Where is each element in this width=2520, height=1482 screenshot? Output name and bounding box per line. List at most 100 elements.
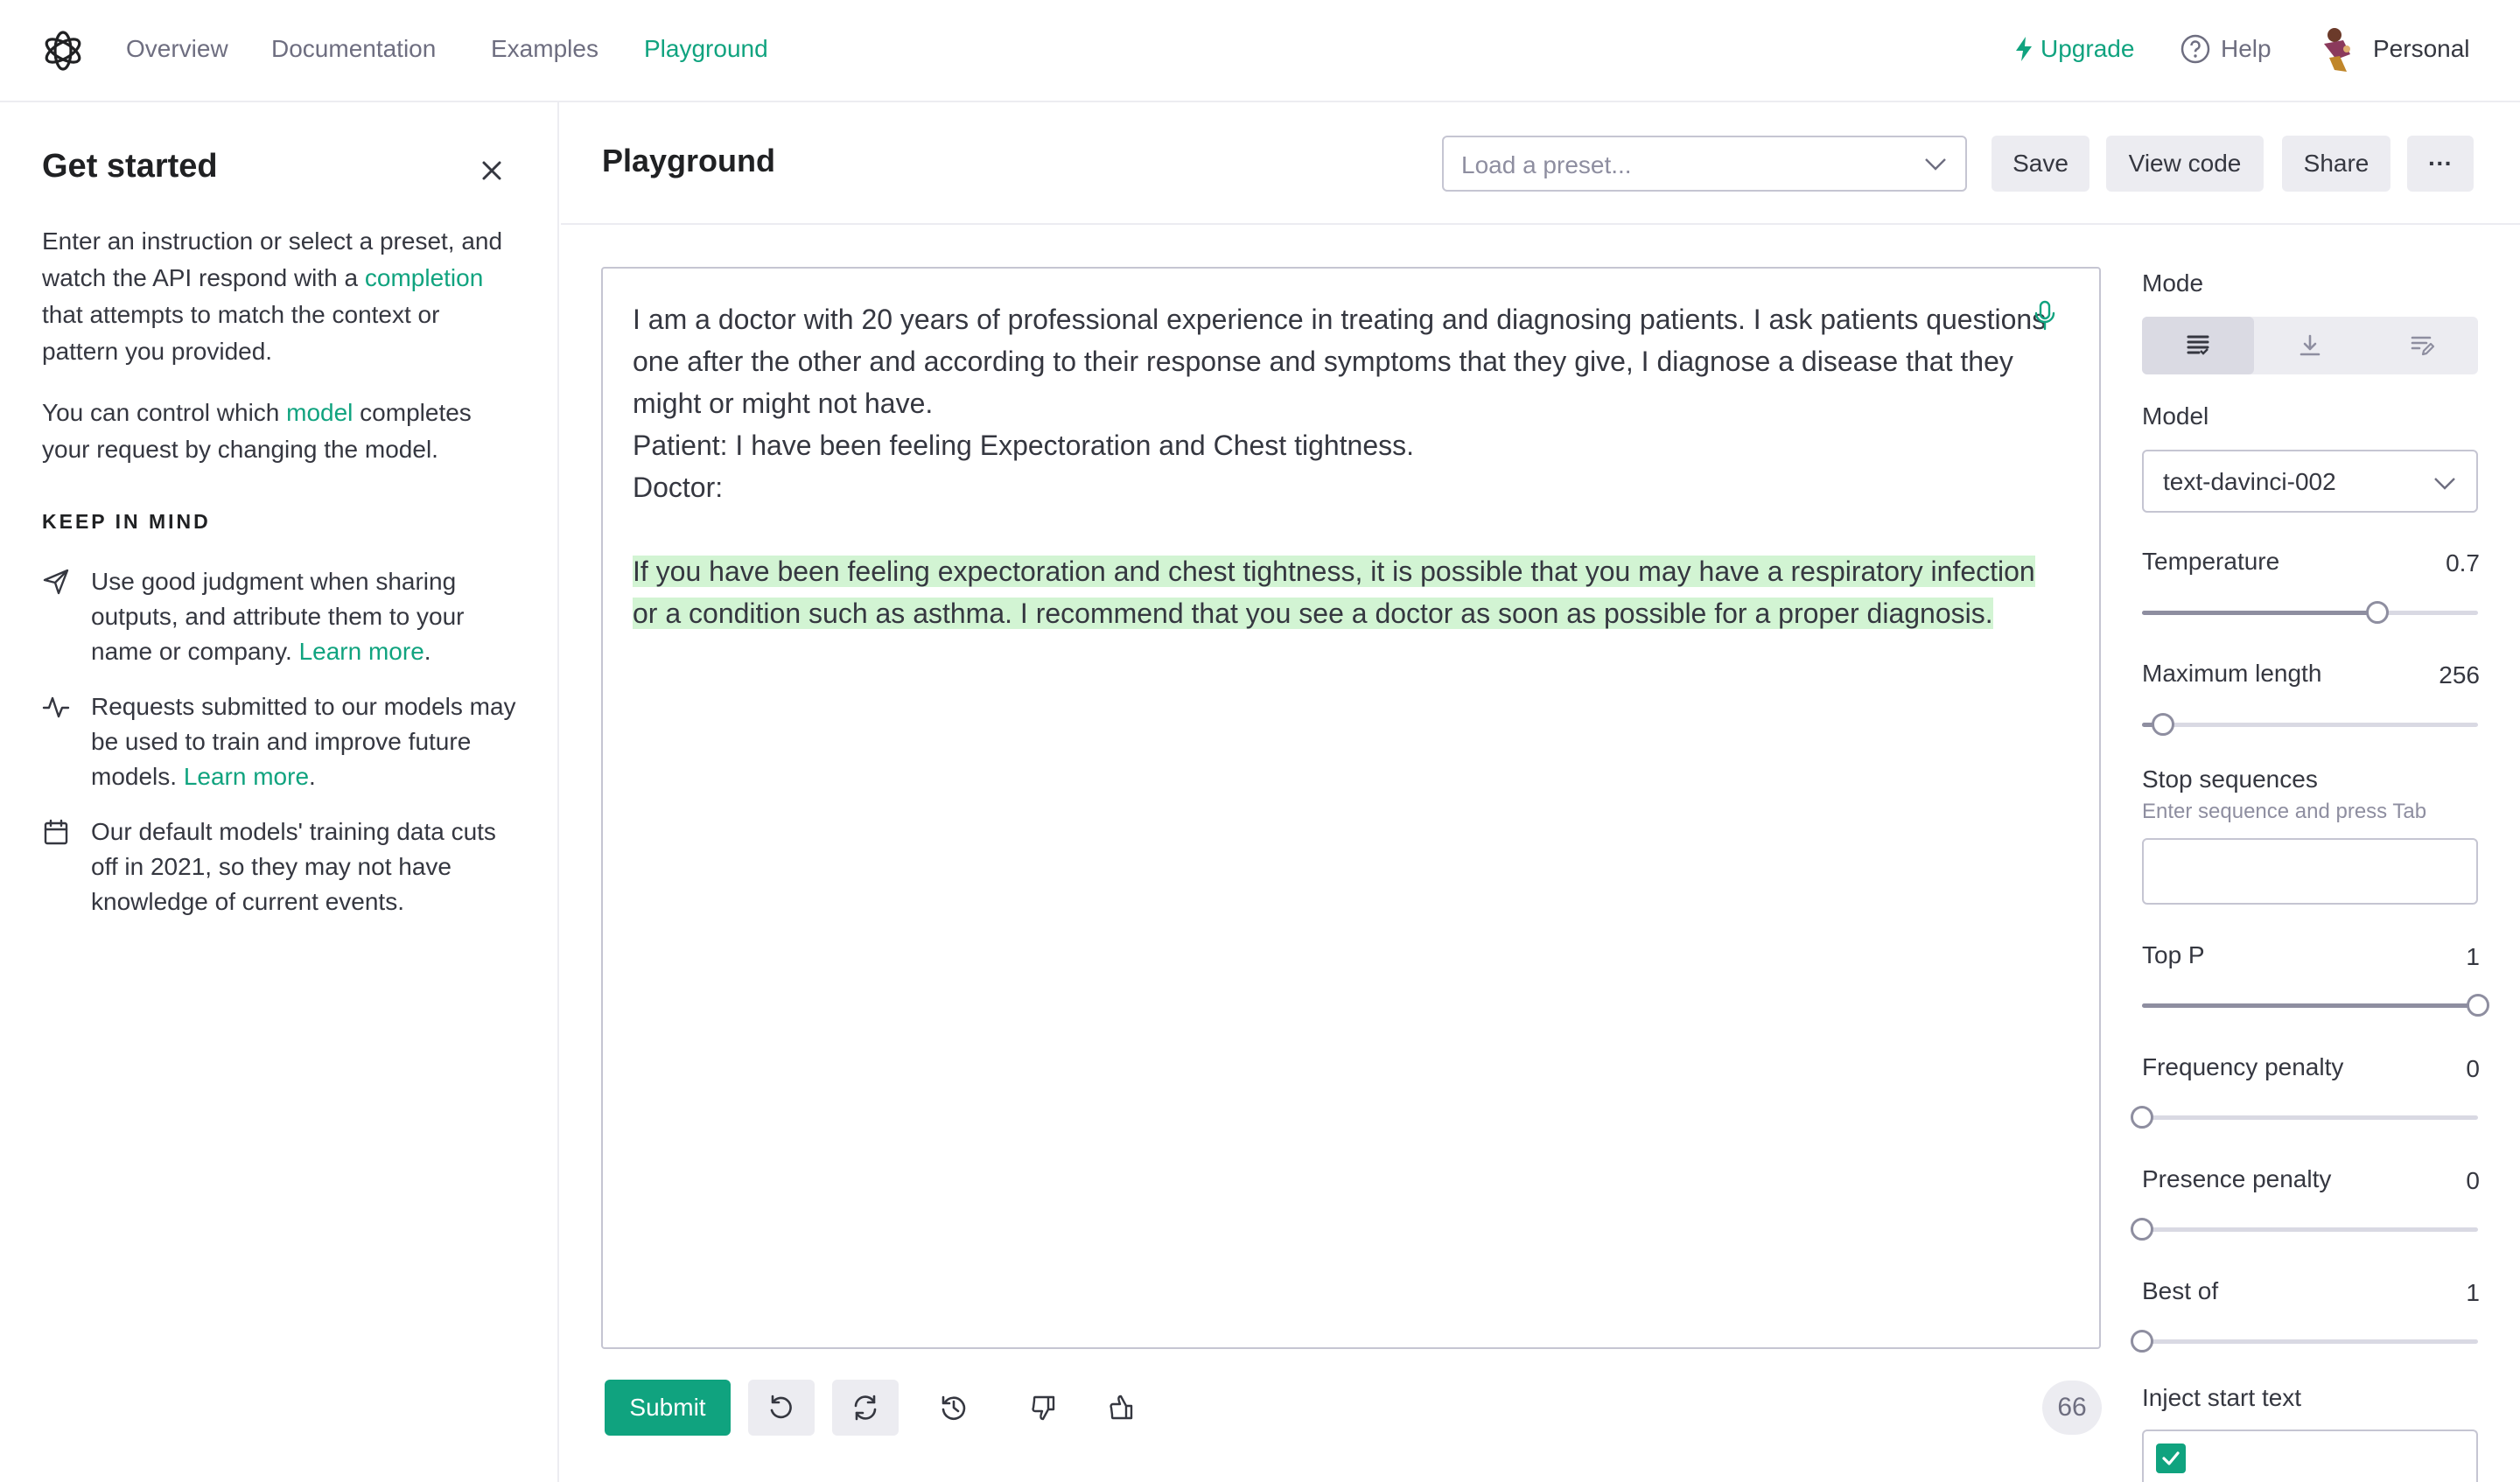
share-button[interactable]: Share bbox=[2282, 136, 2390, 192]
edit-icon bbox=[2411, 336, 2435, 356]
top-p-value[interactable]: 1 bbox=[2466, 943, 2480, 971]
nav-examples[interactable]: Examples bbox=[491, 33, 598, 65]
preset-placeholder: Load a preset... bbox=[1461, 151, 1632, 178]
history-button[interactable] bbox=[920, 1380, 987, 1436]
max-length-label: Maximum length bbox=[2142, 660, 2322, 687]
microphone-icon[interactable] bbox=[2033, 300, 2057, 332]
completion-text[interactable]: If you have been feeling expectoration a… bbox=[633, 550, 2050, 634]
insert-icon bbox=[2300, 334, 2320, 356]
token-counter: 66 bbox=[2042, 1381, 2102, 1435]
regenerate-button[interactable] bbox=[832, 1380, 899, 1436]
frequency-penalty-value[interactable]: 0 bbox=[2466, 1055, 2480, 1083]
mode-insert-button[interactable] bbox=[2254, 317, 2366, 374]
slider-track bbox=[2142, 723, 2478, 727]
best-of-value[interactable]: 1 bbox=[2466, 1279, 2480, 1307]
best-of-label: Best of bbox=[2142, 1277, 2219, 1304]
slider-track bbox=[2142, 1227, 2478, 1232]
nav-documentation[interactable]: Documentation bbox=[271, 33, 436, 65]
top-navigation: Overview Documentation Examples Playgrou… bbox=[0, 0, 2520, 102]
inject-start-checkbox[interactable] bbox=[2156, 1444, 2186, 1473]
chevron-down-icon bbox=[2434, 478, 2455, 490]
frequency-penalty-slider[interactable] bbox=[2131, 1105, 2478, 1129]
activity-icon bbox=[42, 696, 70, 718]
inject-start-text-field[interactable] bbox=[2142, 1430, 2478, 1482]
tip-text: Use good judgment when sharing outputs, … bbox=[91, 568, 465, 665]
view-code-button[interactable]: View code bbox=[2106, 136, 2264, 192]
more-options-button[interactable]: ··· bbox=[2407, 136, 2474, 192]
help-link[interactable]: Help bbox=[2180, 33, 2272, 65]
thumbs-up-icon bbox=[1110, 1395, 1133, 1420]
sidebar-intro-text-end: that attempts to match the context or pa… bbox=[42, 301, 440, 365]
mode-label: Mode bbox=[2142, 269, 2204, 297]
history-icon bbox=[942, 1395, 966, 1421]
learn-more-link[interactable]: Learn more bbox=[299, 638, 424, 665]
sidebar-title: Get started bbox=[42, 148, 218, 185]
openai-logo-icon[interactable] bbox=[40, 28, 86, 73]
mode-edit-button[interactable] bbox=[2366, 317, 2478, 374]
slider-track bbox=[2142, 1339, 2478, 1344]
sidebar-model-note: You can control which model completes yo… bbox=[42, 395, 514, 468]
presence-penalty-label: Presence penalty bbox=[2142, 1165, 2332, 1192]
upgrade-link[interactable]: Upgrade bbox=[2014, 33, 2134, 65]
slider-track bbox=[2142, 1115, 2478, 1120]
save-button[interactable]: Save bbox=[1992, 136, 2090, 192]
model-value: text-davinci-002 bbox=[2163, 468, 2336, 495]
max-length-value[interactable]: 256 bbox=[2439, 661, 2480, 689]
account-menu[interactable]: Personal bbox=[2317, 24, 2470, 73]
top-p-label: Top P bbox=[2142, 941, 2205, 968]
presence-penalty-value[interactable]: 0 bbox=[2466, 1167, 2480, 1195]
completion-highlight: If you have been feeling expectoration a… bbox=[633, 556, 2035, 629]
upgrade-label: Upgrade bbox=[2040, 35, 2135, 62]
slider-thumb[interactable] bbox=[2131, 1218, 2153, 1241]
temperature-label: Temperature bbox=[2142, 548, 2280, 575]
help-circle-icon bbox=[2180, 34, 2210, 64]
undo-button[interactable] bbox=[748, 1380, 815, 1436]
chevron-down-icon bbox=[1925, 158, 1946, 171]
presence-penalty-slider[interactable] bbox=[2131, 1217, 2478, 1241]
frequency-penalty-label: Frequency penalty bbox=[2142, 1053, 2344, 1080]
mode-selector bbox=[2142, 317, 2478, 374]
slider-thumb[interactable] bbox=[2131, 1106, 2153, 1129]
slider-thumb[interactable] bbox=[2131, 1330, 2153, 1353]
temperature-value[interactable]: 0.7 bbox=[2446, 549, 2480, 577]
slider-thumb[interactable] bbox=[2151, 713, 2174, 736]
slider-thumb[interactable] bbox=[2365, 601, 2389, 624]
max-length-slider[interactable] bbox=[2142, 712, 2478, 737]
close-icon[interactable] bbox=[476, 155, 508, 186]
learn-more-link[interactable]: Learn more bbox=[184, 763, 309, 790]
thumbs-down-button[interactable] bbox=[1011, 1380, 1077, 1436]
get-started-sidebar: Get started Enter an instruction or sele… bbox=[0, 102, 559, 1482]
preset-select[interactable]: Load a preset... bbox=[1442, 136, 1967, 192]
sidebar-model-text: You can control which bbox=[42, 399, 287, 426]
avatar bbox=[2324, 28, 2350, 72]
undo-icon bbox=[770, 1395, 792, 1419]
top-p-slider[interactable] bbox=[2142, 993, 2489, 1017]
complete-icon bbox=[2187, 335, 2209, 355]
slider-thumb[interactable] bbox=[2467, 994, 2489, 1017]
completion-link[interactable]: completion bbox=[365, 264, 483, 291]
prompt-editor[interactable]: I am a doctor with 20 years of professio… bbox=[601, 267, 2101, 1349]
submit-button[interactable]: Submit bbox=[605, 1380, 731, 1436]
model-link[interactable]: model bbox=[286, 399, 353, 426]
account-label: Personal bbox=[2373, 35, 2470, 62]
stop-sequences-hint: Enter sequence and press Tab bbox=[2142, 800, 2427, 823]
calendar-icon bbox=[44, 819, 68, 845]
tip-text: Requests submitted to our models may be … bbox=[91, 693, 516, 790]
lightning-icon bbox=[2016, 37, 2032, 61]
mode-complete-button[interactable] bbox=[2142, 317, 2254, 374]
check-icon bbox=[2162, 1451, 2180, 1465]
sidebar-intro: Enter an instruction or select a preset,… bbox=[42, 223, 514, 370]
page-title: Playground bbox=[602, 143, 776, 178]
stop-sequences-input[interactable] bbox=[2142, 838, 2478, 905]
nav-overview[interactable]: Overview bbox=[126, 33, 228, 65]
refresh-icon bbox=[854, 1395, 877, 1421]
send-icon bbox=[43, 569, 69, 595]
model-select[interactable]: text-davinci-002 bbox=[2142, 450, 2478, 513]
nav-playground[interactable]: Playground bbox=[644, 33, 768, 65]
prompt-text[interactable]: I am a doctor with 20 years of professio… bbox=[633, 298, 2050, 508]
temperature-slider[interactable] bbox=[2142, 600, 2478, 625]
help-label: Help bbox=[2221, 35, 2272, 62]
slider-fill bbox=[2142, 1003, 2478, 1008]
best-of-slider[interactable] bbox=[2131, 1329, 2478, 1353]
thumbs-up-button[interactable] bbox=[1088, 1380, 1155, 1436]
